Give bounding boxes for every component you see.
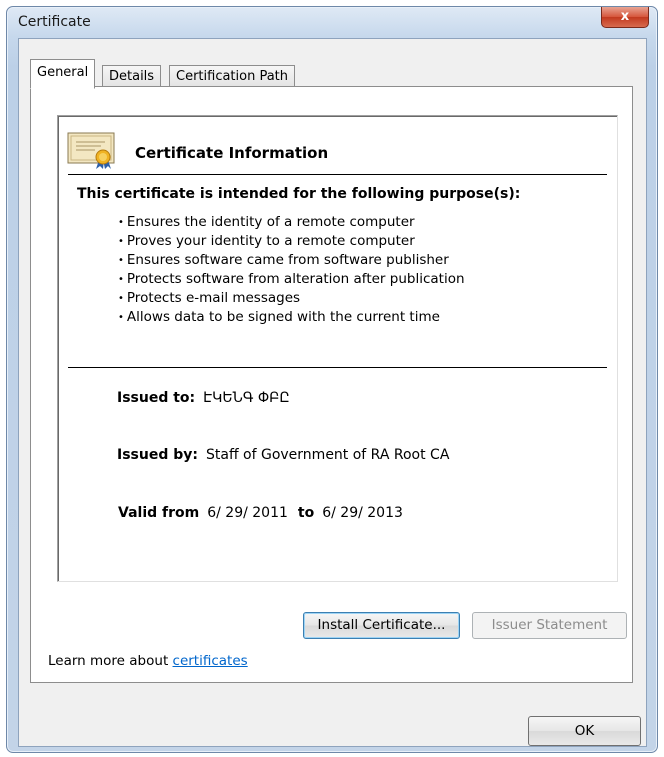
purpose-item-text: Proves your identity to a remote compute… [126,233,415,249]
issued-to-label: Issued to: [117,390,196,406]
tab-certification-path[interactable]: Certification Path [169,65,296,87]
learn-more-prefix: Learn more about [48,653,173,669]
valid-to-value[interactable]: 6/ 29/ 2013 [322,505,403,521]
validity-row: Valid from 6/ 29/ 2011 to 6/ 29/ 2013 [118,505,403,521]
certificate-icon [67,130,119,170]
valid-from-label: Valid from [118,505,200,521]
bullet-glyph: • [118,236,124,247]
issued-by-label: Issued by: [117,447,198,463]
purpose-item: • Protects e-mail messages [118,289,465,308]
close-button[interactable]: x [601,7,649,28]
ok-button[interactable]: OK [528,716,641,746]
purpose-item-text: Ensures software came from software publ… [126,252,449,268]
tab-details[interactable]: Details [102,65,162,87]
purpose-item: • Ensures software came from software pub… [118,251,465,270]
close-icon: x [620,9,630,24]
purpose-item: • Proves your identity to a remote comput… [118,232,465,251]
issued-by-row: Issued by: Staff of Government of RA Root… [117,447,449,463]
learn-more-text: Learn more about certificates [48,653,248,669]
title-bar[interactable]: Certificate x [7,7,657,37]
bullet-glyph: • [118,217,124,228]
certificate-info-box: Certificate Information This certificate… [57,115,618,582]
bullet-glyph: • [118,312,124,323]
general-tab-panel: Certificate Information This certificate… [30,86,633,683]
purpose-item: • Ensures the identity of a remote comput… [118,213,465,232]
purpose-heading: This certificate is intended for the fol… [77,186,521,202]
bullet-glyph: • [118,255,124,266]
divider [68,174,607,175]
issued-to-row: Issued to: ԷԿԵՆԳ ՓԲԸ [117,390,290,406]
certificate-dialog: Certificate x General Details Certificat… [6,6,658,753]
install-certificate-button[interactable]: Install Certificate... [303,612,460,639]
valid-to-label: to [297,505,315,521]
purpose-item-text: Ensures the identity of a remote compute… [126,214,415,230]
purpose-item: • Allows data to be signed with the curre… [118,308,465,327]
tab-general[interactable]: General [30,59,96,89]
purpose-list: • Ensures the identity of a remote comput… [118,213,465,327]
window-title: Certificate [18,14,91,30]
valid-from-value[interactable]: 6/ 29/ 2011 [207,505,288,521]
bullet-glyph: • [118,293,124,304]
dialog-client-area: General Details Certification Path Certi… [18,38,647,747]
bullet-glyph: • [118,274,124,285]
issued-to-value[interactable]: ԷԿԵՆԳ ՓԲԸ [203,390,290,406]
certificate-info-title: Certificate Information [135,144,329,162]
issuer-statement-button[interactable]: Issuer Statement [472,612,627,639]
issued-by-value[interactable]: Staff of Government of RA Root CA [206,447,449,463]
purpose-item-text: Protects e-mail messages [126,290,301,306]
divider [68,367,607,368]
purpose-item: • Protects software from alteration after… [118,270,465,289]
certificates-link[interactable]: certificates [173,653,248,669]
purpose-item-text: Protects software from alteration after … [126,271,465,287]
purpose-item-text: Allows data to be signed with the curren… [126,309,440,325]
